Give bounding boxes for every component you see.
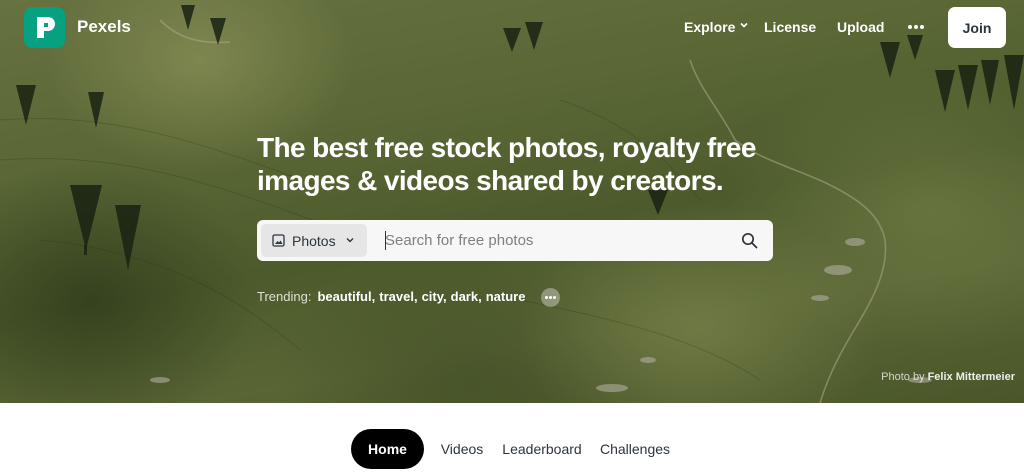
brand-name[interactable]: Pexels — [77, 17, 131, 37]
hero-section: Pexels Explore License Upload Join The b… — [0, 0, 1024, 403]
photo-credit-prefix: Photo by — [881, 371, 925, 383]
trending-term[interactable]: dark — [451, 289, 478, 304]
chevron-down-icon — [346, 238, 354, 243]
image-icon — [272, 234, 285, 247]
nav-upload[interactable]: Upload — [837, 19, 884, 35]
trending-term[interactable]: city — [422, 289, 443, 304]
tab-home[interactable]: Home — [351, 429, 424, 469]
tab-challenges[interactable]: Challenges — [596, 429, 674, 469]
hero-headline: The best free stock photos, royalty free… — [257, 132, 756, 196]
pexels-logo-icon[interactable] — [24, 7, 65, 48]
trending-label: Trending: — [257, 289, 312, 304]
more-dots-icon[interactable] — [906, 20, 926, 34]
tab-leaderboard[interactable]: Leaderboard — [496, 429, 588, 469]
photo-credit-author[interactable]: Felix Mittermeier — [928, 371, 1015, 383]
trending-term[interactable]: nature — [486, 289, 526, 304]
hero-overlay — [0, 0, 1024, 403]
trending-term[interactable]: travel — [379, 289, 414, 304]
more-dots-icon[interactable] — [541, 288, 560, 307]
content-tabs: Home Videos Leaderboard Challenges — [0, 403, 1024, 474]
search-bar: Photos — [257, 220, 773, 261]
nav-explore-label: Explore — [684, 19, 736, 35]
photo-credit: Photo by Felix Mittermeier — [881, 371, 1015, 383]
tab-videos[interactable]: Videos — [436, 429, 488, 469]
text-caret — [385, 231, 386, 250]
join-button[interactable]: Join — [948, 7, 1006, 48]
nav-license[interactable]: License — [764, 19, 816, 35]
nav-explore[interactable]: Explore — [684, 19, 748, 35]
chevron-down-icon — [740, 22, 748, 28]
search-icon[interactable] — [741, 232, 758, 249]
trending-term[interactable]: beautiful — [317, 289, 371, 304]
trending-searches: Trending: beautiful, travel, city, dark, natu… — [257, 289, 526, 304]
media-type-select[interactable]: Photos — [261, 224, 367, 257]
media-type-label: Photos — [292, 233, 336, 249]
search-input[interactable] — [385, 224, 725, 257]
